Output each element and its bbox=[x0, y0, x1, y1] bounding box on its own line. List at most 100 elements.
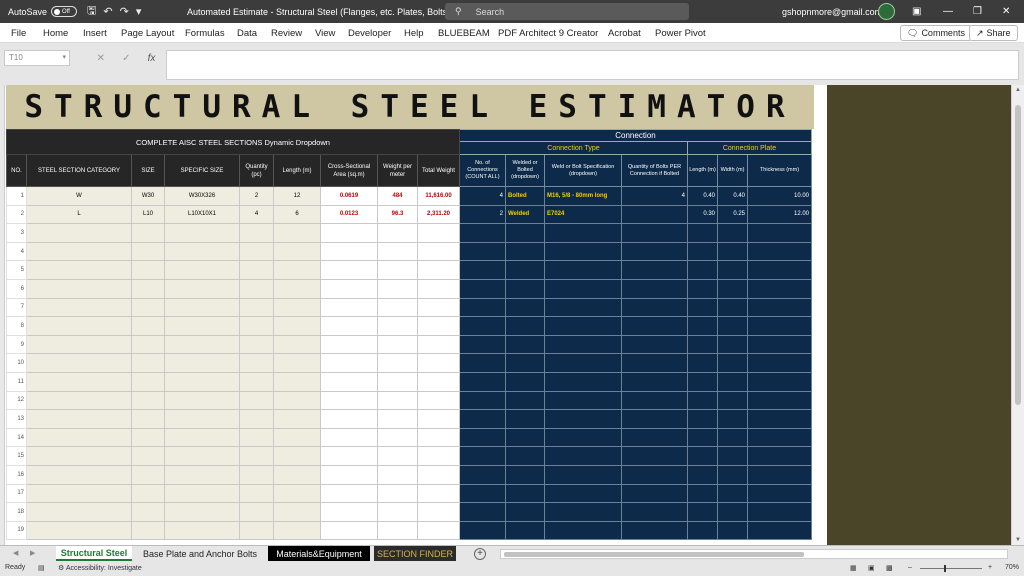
cell-type[interactable] bbox=[505, 390, 545, 411]
tab-insert[interactable]: Insert bbox=[83, 28, 107, 39]
cell-plen[interactable] bbox=[687, 483, 718, 504]
cell-quantity[interactable]: 2 bbox=[239, 186, 274, 206]
horizontal-scrollbar[interactable] bbox=[500, 549, 1008, 559]
cell-connections[interactable] bbox=[459, 390, 506, 411]
cell-total[interactable]: 2,311.20 bbox=[417, 204, 460, 225]
cell-pthk[interactable] bbox=[747, 427, 812, 448]
sheet-tab-materials[interactable]: Materials&Equipment bbox=[268, 546, 370, 561]
cell-type[interactable] bbox=[505, 260, 545, 280]
cell-no[interactable]: 8 bbox=[6, 316, 27, 336]
customize-toolbar-icon[interactable]: ▾ bbox=[136, 5, 142, 18]
cell-total[interactable] bbox=[417, 316, 460, 336]
cell-wpm[interactable] bbox=[377, 464, 418, 485]
cell-length[interactable]: 12 bbox=[273, 186, 321, 206]
cell-type[interactable] bbox=[505, 334, 545, 355]
cell-pthk[interactable] bbox=[747, 241, 812, 262]
cell-type[interactable]: Welded bbox=[505, 204, 545, 225]
cell-size[interactable] bbox=[131, 371, 165, 392]
cell-pwid[interactable] bbox=[717, 223, 748, 243]
cell-pwid[interactable] bbox=[717, 334, 748, 355]
cell-pthk[interactable] bbox=[747, 502, 812, 522]
cell-length[interactable] bbox=[273, 483, 321, 504]
cell-bolts[interactable] bbox=[621, 204, 688, 225]
cell-total[interactable] bbox=[417, 409, 460, 429]
autosave-toggle[interactable]: Off bbox=[51, 6, 78, 17]
cell-spec[interactable]: E7024 bbox=[544, 204, 622, 225]
cell-specific[interactable] bbox=[164, 334, 240, 355]
cell-category[interactable] bbox=[26, 223, 132, 243]
cell-bolts[interactable]: 4 bbox=[621, 186, 688, 206]
cell-plen[interactable] bbox=[687, 353, 718, 373]
cell-spec[interactable] bbox=[544, 390, 622, 411]
cell-quantity[interactable] bbox=[239, 427, 274, 448]
cell-quantity[interactable] bbox=[239, 409, 274, 429]
cell-spec[interactable] bbox=[544, 502, 622, 522]
cell-spec[interactable] bbox=[544, 483, 622, 504]
cell-length[interactable] bbox=[273, 446, 321, 466]
cell-quantity[interactable] bbox=[239, 353, 274, 373]
cell-quantity[interactable] bbox=[239, 316, 274, 336]
cell-pthk[interactable] bbox=[747, 334, 812, 355]
cell-pwid[interactable] bbox=[717, 520, 748, 541]
redo-icon[interactable]: ↷ bbox=[120, 5, 129, 18]
cell-connections[interactable] bbox=[459, 278, 506, 299]
cell-no[interactable]: 1 bbox=[6, 186, 27, 206]
cell-quantity[interactable] bbox=[239, 278, 274, 299]
cell-length[interactable] bbox=[273, 409, 321, 429]
cell-type[interactable] bbox=[505, 223, 545, 243]
normal-view-icon[interactable]: ▦ bbox=[850, 564, 857, 572]
cell-specific[interactable]: W30X326 bbox=[164, 186, 240, 206]
cell-length[interactable] bbox=[273, 390, 321, 411]
cell-no[interactable]: 7 bbox=[6, 297, 27, 318]
cell-specific[interactable] bbox=[164, 260, 240, 280]
prev-sheet-icon[interactable]: ◀ bbox=[13, 549, 18, 557]
cell-bolts[interactable] bbox=[621, 446, 688, 466]
cancel-icon[interactable]: ✕ bbox=[97, 53, 105, 64]
cell-size[interactable] bbox=[131, 353, 165, 373]
cell-plen[interactable] bbox=[687, 334, 718, 355]
cell-pthk[interactable] bbox=[747, 464, 812, 485]
sheet-tab-structural-steel[interactable]: Structural Steel bbox=[56, 546, 132, 561]
cell-specific[interactable] bbox=[164, 278, 240, 299]
cell-wpm[interactable]: 484 bbox=[377, 186, 418, 206]
cell-specific[interactable] bbox=[164, 409, 240, 429]
cell-size[interactable] bbox=[131, 334, 165, 355]
cell-no[interactable]: 4 bbox=[6, 241, 27, 262]
cell-plen[interactable] bbox=[687, 409, 718, 429]
cell-wpm[interactable] bbox=[377, 446, 418, 466]
search-box[interactable]: ⚲ Search bbox=[445, 3, 689, 20]
cell-plen[interactable] bbox=[687, 502, 718, 522]
tab-file[interactable]: File bbox=[11, 28, 26, 39]
cell-spec[interactable] bbox=[544, 409, 622, 429]
cell-bolts[interactable] bbox=[621, 464, 688, 485]
scroll-up-icon[interactable]: ▲ bbox=[1015, 87, 1021, 93]
undo-icon[interactable]: ↶ bbox=[103, 5, 112, 18]
cell-length[interactable] bbox=[273, 427, 321, 448]
cell-size[interactable] bbox=[131, 446, 165, 466]
cell-connections[interactable] bbox=[459, 316, 506, 336]
cell-connections[interactable] bbox=[459, 241, 506, 262]
cell-category[interactable] bbox=[26, 334, 132, 355]
cell-length[interactable] bbox=[273, 334, 321, 355]
cell-plen[interactable]: 0.40 bbox=[687, 186, 718, 206]
cell-wpm[interactable] bbox=[377, 316, 418, 336]
cell-total[interactable] bbox=[417, 297, 460, 318]
cell-specific[interactable]: L10X10X1 bbox=[164, 204, 240, 225]
cell-category[interactable] bbox=[26, 464, 132, 485]
cell-specific[interactable] bbox=[164, 427, 240, 448]
cell-spec[interactable] bbox=[544, 223, 622, 243]
cell-bolts[interactable] bbox=[621, 427, 688, 448]
chevron-down-icon[interactable]: ▾ bbox=[62, 53, 66, 61]
cell-area[interactable] bbox=[320, 260, 378, 280]
cell-connections[interactable] bbox=[459, 353, 506, 373]
formula-input[interactable] bbox=[166, 50, 1019, 80]
cell-pwid[interactable] bbox=[717, 464, 748, 485]
cell-wpm[interactable] bbox=[377, 223, 418, 243]
cell-size[interactable] bbox=[131, 278, 165, 299]
cell-plen[interactable] bbox=[687, 223, 718, 243]
cell-pwid[interactable]: 0.40 bbox=[717, 186, 748, 206]
cell-pwid[interactable]: 0.25 bbox=[717, 204, 748, 225]
cell-pthk[interactable] bbox=[747, 278, 812, 299]
cell-size[interactable] bbox=[131, 223, 165, 243]
cell-pthk[interactable] bbox=[747, 483, 812, 504]
